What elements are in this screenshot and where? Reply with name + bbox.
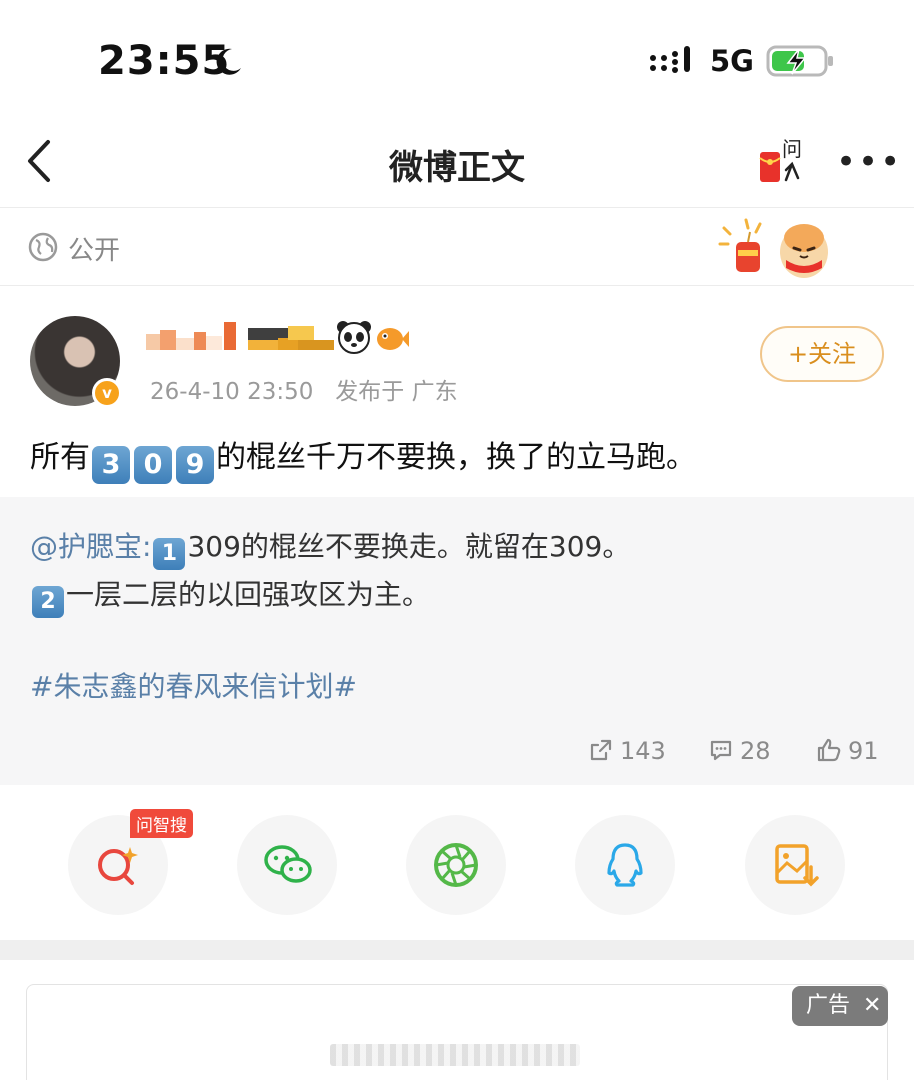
like-count-button[interactable]: 91 bbox=[816, 737, 879, 765]
nav-bar: 微博正文 问 ••• bbox=[0, 120, 914, 208]
fish-emoji-icon bbox=[374, 324, 410, 358]
repost-count: 143 bbox=[620, 737, 666, 765]
author-row: v 26-4-10 23:50 发布于 广东 +关注 bbox=[0, 286, 914, 418]
globe-icon bbox=[28, 232, 58, 266]
post-body: 所有 3 0 9 的棍丝千万不要换，换了的立马跑。 bbox=[30, 432, 696, 484]
moments-share-button[interactable] bbox=[406, 815, 506, 915]
follow-button[interactable]: +关注 bbox=[760, 326, 884, 382]
post-suffix: 的棍丝千万不要换，换了的立马跑。 bbox=[216, 440, 696, 475]
hashtag-link[interactable]: #朱志鑫的春风来信计划# bbox=[30, 665, 357, 705]
status-bar: 23:55 5G bbox=[0, 0, 914, 120]
blurred-username[interactable] bbox=[146, 322, 336, 352]
battery-icon bbox=[766, 44, 836, 82]
share-bar: 问智搜 bbox=[0, 785, 914, 940]
qq-share-button[interactable] bbox=[575, 815, 675, 915]
keycap-3: 3 bbox=[92, 446, 130, 484]
comment-icon bbox=[710, 740, 732, 761]
network-type: 5G bbox=[710, 44, 754, 78]
verified-badge: v bbox=[92, 378, 122, 408]
share-arrow-icon bbox=[590, 739, 612, 761]
post-location: 广东 bbox=[411, 379, 458, 405]
keycap-9: 9 bbox=[176, 446, 214, 484]
red-envelope-ask-icon[interactable]: 问 bbox=[756, 134, 810, 194]
ai-search-icon bbox=[98, 847, 138, 885]
ad-close-button[interactable]: 广告 ✕ bbox=[792, 986, 888, 1026]
moon-icon bbox=[212, 46, 244, 82]
ad-label: 广告 bbox=[806, 993, 851, 1018]
post-meta: 26-4-10 23:50 发布于 广东 bbox=[150, 372, 458, 406]
visibility-label: 公开 bbox=[68, 236, 121, 266]
keycap-1: 1 bbox=[153, 538, 186, 570]
festive-decoration-icon bbox=[716, 214, 836, 288]
post-time: 26-4-10 23:50 bbox=[150, 379, 314, 405]
like-count: 91 bbox=[848, 737, 879, 765]
thumbs-up-icon bbox=[817, 738, 841, 762]
svg-text:问: 问 bbox=[782, 137, 802, 161]
section-divider bbox=[0, 940, 914, 960]
panda-emoji-icon bbox=[336, 320, 372, 358]
wechat-icon bbox=[264, 845, 312, 883]
save-image-icon bbox=[775, 844, 819, 887]
repost-item-2-text: 一层二层的以回强攻区为主。 bbox=[66, 578, 431, 611]
visibility-row: 公开 bbox=[0, 208, 914, 286]
more-options-icon[interactable]: ••• bbox=[836, 142, 902, 182]
published-prefix: 发布于 bbox=[335, 379, 405, 405]
keycap-2: 2 bbox=[32, 586, 64, 618]
moments-icon bbox=[434, 843, 478, 887]
keycap-0: 0 bbox=[134, 446, 172, 484]
wechat-share-button[interactable] bbox=[237, 815, 337, 915]
ai-search-tag: 问智搜 bbox=[130, 809, 193, 838]
repost-user-link[interactable]: @护腮宝: bbox=[30, 530, 151, 563]
close-icon: ✕ bbox=[863, 993, 882, 1018]
save-image-button[interactable] bbox=[745, 815, 845, 915]
ad-blurred-content bbox=[330, 1044, 580, 1066]
comment-count-button[interactable]: 28 bbox=[708, 737, 771, 765]
comment-count: 28 bbox=[740, 737, 771, 765]
qq-icon bbox=[607, 843, 643, 887]
repost-count-button[interactable]: 143 bbox=[588, 737, 666, 765]
repost-item-1-text: 309的棍丝不要换走。就留在309。 bbox=[187, 530, 631, 563]
repost-line-1: @护腮宝: 1 309的棍丝不要换走。就留在309。 bbox=[30, 525, 630, 570]
repost-line-2: 2 一层二层的以回强攻区为主。 bbox=[30, 573, 430, 618]
status-time: 23:55 bbox=[98, 38, 231, 84]
repost-card[interactable]: @护腮宝: 1 309的棍丝不要换走。就留在309。 2 一层二层的以回强攻区为主。 … bbox=[0, 497, 914, 785]
signal-icon bbox=[648, 44, 698, 80]
post-prefix: 所有 bbox=[30, 440, 90, 475]
